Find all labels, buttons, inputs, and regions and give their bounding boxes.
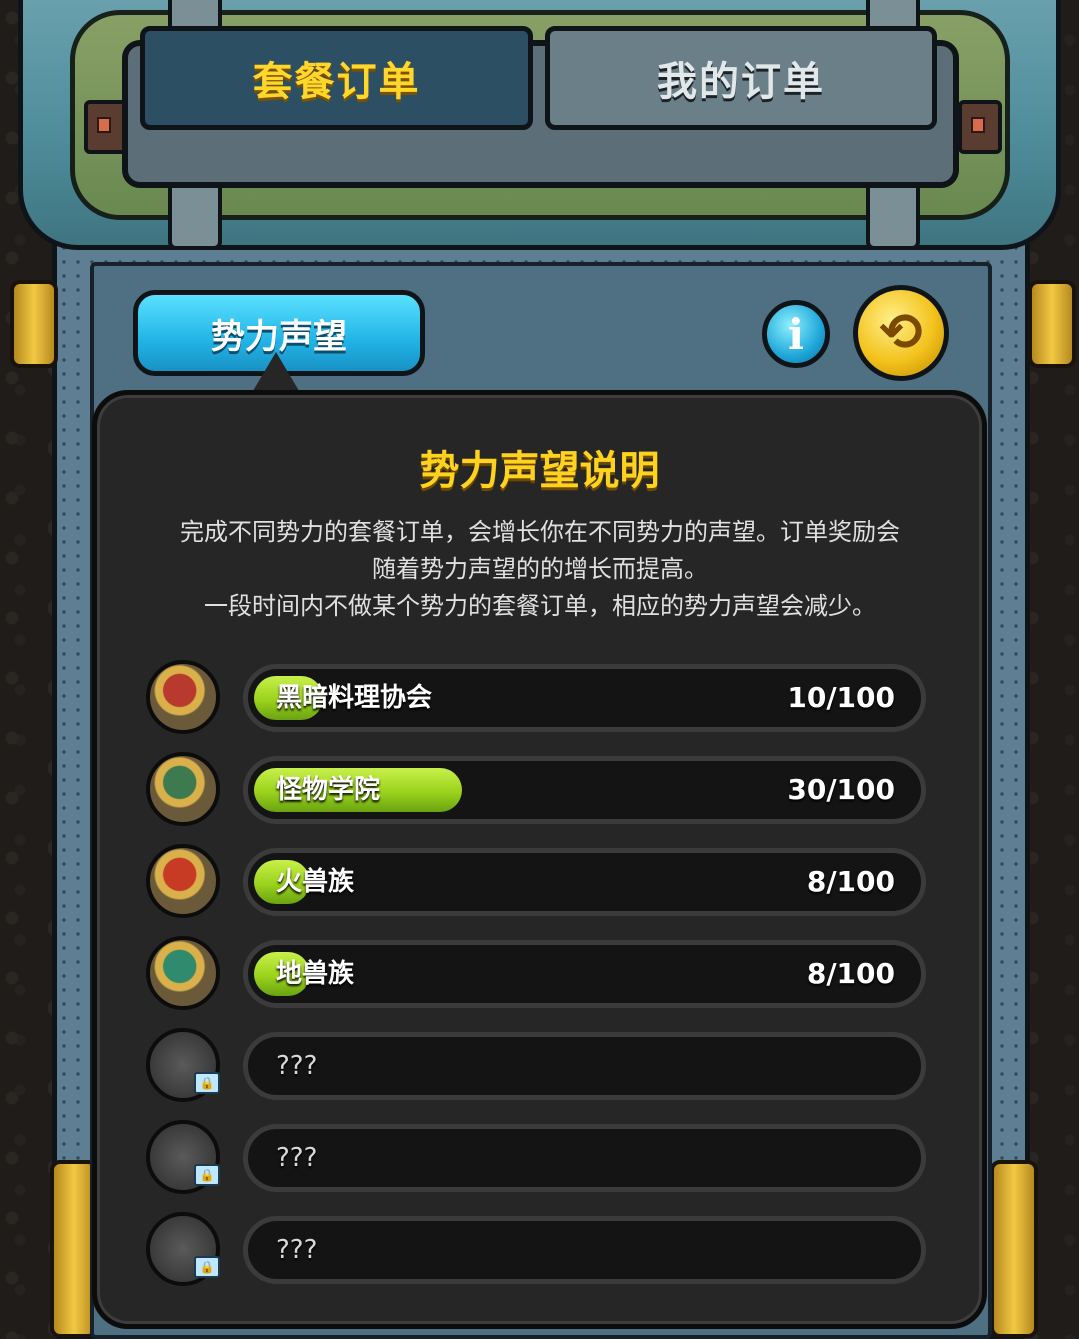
description-line: 一段时间内不做某个势力的套餐订单，相应的势力声望会减少。: [204, 592, 876, 620]
faction-row: 黑暗料理协会 10/100: [140, 660, 930, 738]
description-line: 随着势力声望的的增长而提高。: [372, 555, 708, 583]
reputation-progress-bar: 地兽族 8/100: [243, 940, 926, 1008]
reputation-progress-bar: 黑暗料理协会 10/100: [243, 664, 926, 732]
reputation-value: 8/100: [806, 957, 895, 990]
popup-description: 完成不同势力的套餐订单，会增长你在不同势力的声望。订单奖励会 随着势力声望的的增…: [120, 514, 960, 625]
faction-emblem-icon: [146, 660, 220, 734]
description-line: 完成不同势力的套餐订单，会增长你在不同势力的声望。订单奖励会: [180, 518, 900, 546]
faction-row: 火兽族 8/100: [140, 844, 930, 922]
faction-name: 火兽族: [276, 867, 355, 897]
right-side-bolt: [958, 100, 1002, 154]
tab-package-orders[interactable]: 套餐订单: [140, 26, 533, 130]
reputation-progress-bar: ???: [243, 1216, 926, 1284]
reputation-value: 8/100: [806, 865, 895, 898]
refresh-icon[interactable]: ⟲: [853, 285, 949, 381]
reputation-progress-bar: ???: [243, 1032, 926, 1100]
faction-row: 怪物学院 30/100: [140, 752, 930, 830]
right-strap-lower: [866, 178, 920, 250]
faction-row: 🔒???: [140, 1212, 930, 1290]
lock-icon: 🔒: [194, 1256, 220, 1278]
faction-name: ???: [276, 1235, 318, 1265]
faction-row: 地兽族 8/100: [140, 936, 930, 1014]
reputation-value: 10/100: [787, 681, 895, 714]
faction-row: 🔒???: [140, 1028, 930, 1106]
faction-name: ???: [276, 1143, 318, 1173]
reputation-value: 30/100: [787, 773, 895, 806]
popup-title: 势力声望说明: [419, 448, 660, 494]
left-strap-lower: [168, 178, 222, 250]
right-bottom-clamp: [990, 1160, 1038, 1338]
lock-icon: 🔒: [194, 1164, 220, 1186]
left-gold-clamp: [10, 280, 58, 368]
faction-name: 怪物学院: [276, 775, 381, 805]
faction-name: 地兽族: [276, 959, 355, 989]
tab-my-orders[interactable]: 我的订单: [545, 26, 937, 130]
right-gold-clamp: [1028, 280, 1076, 368]
faction-name: ???: [276, 1051, 318, 1081]
reputation-progress-bar: 怪物学院 30/100: [243, 756, 926, 824]
reputation-progress-bar: 火兽族 8/100: [243, 848, 926, 916]
faction-name: 黑暗料理协会: [276, 683, 433, 713]
faction-emblem-icon: [146, 844, 220, 918]
info-icon[interactable]: i: [762, 300, 830, 368]
faction-emblem-icon: [146, 936, 220, 1010]
faction-emblem-icon: [146, 752, 220, 826]
lock-icon: 🔒: [194, 1072, 220, 1094]
reputation-progress-bar: ???: [243, 1124, 926, 1192]
faction-row: 🔒???: [140, 1120, 930, 1198]
